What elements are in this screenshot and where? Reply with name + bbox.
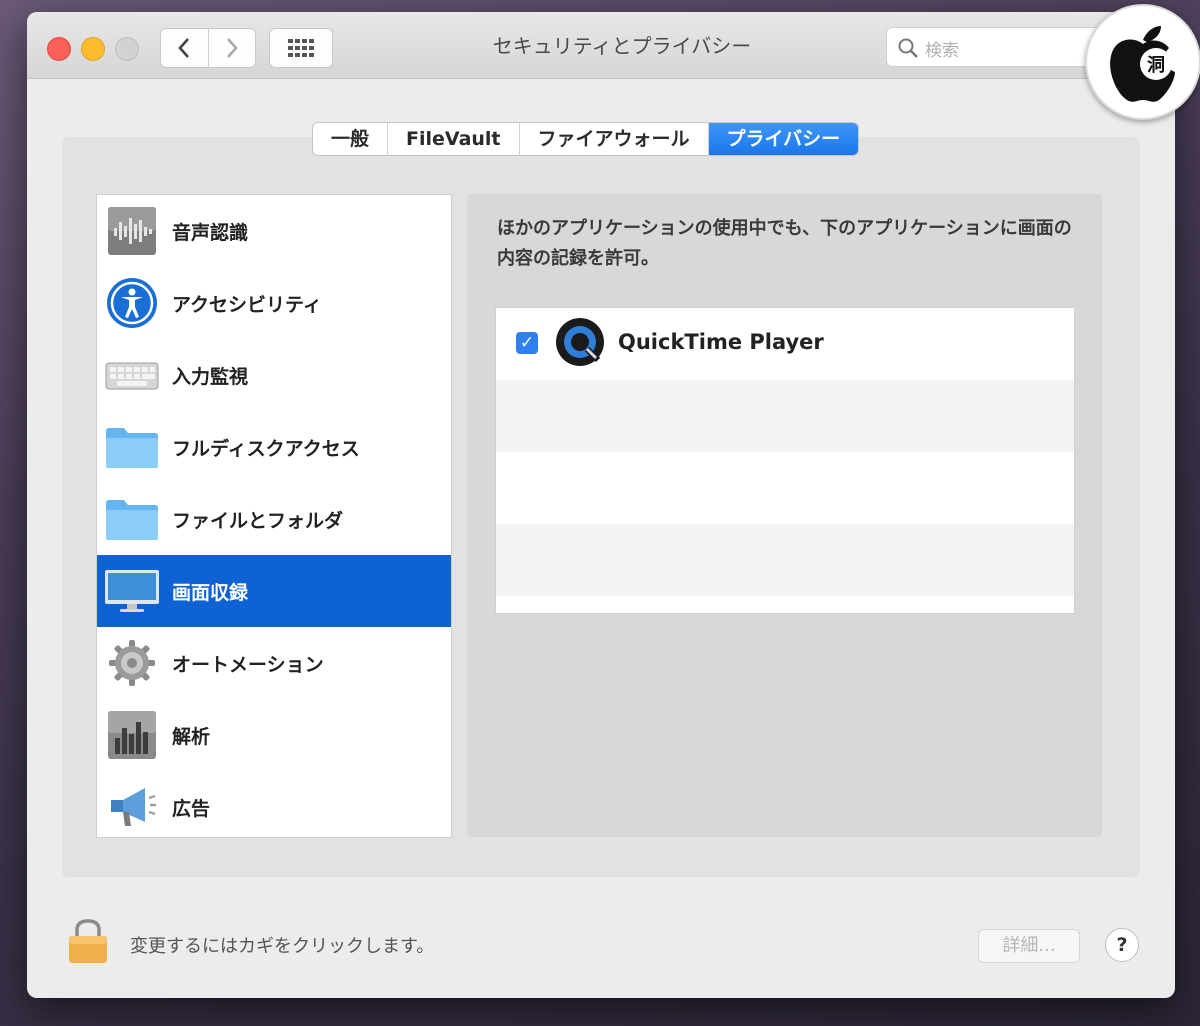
app-name: QuickTime Player <box>618 330 824 354</box>
analytics-icon <box>104 707 160 763</box>
privacy-category-list: 音声認識 アクセシビリティ 入力監視 フルディスクアクセス ファイルとフォルダ <box>96 194 452 838</box>
app-list: ✓ QuickTime Player <box>495 307 1075 614</box>
megaphone-icon <box>104 779 160 835</box>
tab-firewall[interactable]: ファイアウォール <box>520 123 709 155</box>
sidebar-item-analytics[interactable]: 解析 <box>97 699 451 771</box>
sidebar-item-automation[interactable]: オートメーション <box>97 627 451 699</box>
forward-button[interactable] <box>207 29 256 67</box>
tab-general[interactable]: 一般 <box>313 123 389 155</box>
advanced-button[interactable]: 詳細... <box>978 929 1080 963</box>
list-item <box>496 380 1074 452</box>
sidebar-item-label: 入力監視 <box>172 365 249 388</box>
display-icon <box>104 563 160 619</box>
sidebar-item-accessibility[interactable]: アクセシビリティ <box>97 267 451 339</box>
apple-logo-icon <box>1143 26 1161 42</box>
watermark-logo: 洞 <box>1085 4 1200 120</box>
tab-privacy[interactable]: プライバシー <box>708 123 859 155</box>
sidebar-item-label: ファイルとフォルダ <box>172 509 344 532</box>
speech-recognition-icon <box>104 203 160 259</box>
quicktime-icon <box>554 316 606 372</box>
preferences-window: セキュリティとプライバシー 検索 一般 FileVault ファイアウォール プ… <box>27 12 1175 998</box>
list-item <box>496 524 1074 596</box>
sidebar-item-advertising[interactable]: 広告 <box>97 771 451 843</box>
search-icon <box>898 38 918 58</box>
search-placeholder: 検索 <box>925 41 959 61</box>
sidebar-item-label: 音声認識 <box>172 221 249 244</box>
accessibility-icon <box>104 275 160 331</box>
list-item: ✓ QuickTime Player <box>496 308 1074 380</box>
minimize-button[interactable] <box>81 37 105 61</box>
sidebar-item-label: 広告 <box>172 797 211 820</box>
sidebar-item-label: フルディスクアクセス <box>172 437 360 460</box>
tab-bar: 一般 FileVault ファイアウォール プライバシー <box>312 122 860 156</box>
lock-hint: 変更するにはカギをクリックします。 <box>130 936 435 957</box>
show-all-button[interactable] <box>269 28 333 68</box>
sidebar-item-input-monitoring[interactable]: 入力監視 <box>97 339 451 411</box>
chevron-right-icon <box>226 38 238 58</box>
app-checkbox[interactable]: ✓ <box>516 332 538 354</box>
folder-icon <box>104 491 160 547</box>
back-button[interactable] <box>161 29 208 67</box>
close-button[interactable] <box>47 37 71 61</box>
sidebar-item-files-and-folders[interactable]: ファイルとフォルダ <box>97 483 451 555</box>
sidebar-item-label: 画面収録 <box>172 581 249 604</box>
gear-icon <box>104 635 160 691</box>
sidebar-item-label: アクセシビリティ <box>172 293 322 316</box>
sidebar-item-label: オートメーション <box>172 653 324 676</box>
zoom-button[interactable] <box>115 37 139 61</box>
grid-icon <box>288 39 314 57</box>
title-bar: セキュリティとプライバシー 検索 <box>27 12 1175 79</box>
navigation-buttons <box>160 28 256 68</box>
help-button[interactable]: ? <box>1105 928 1139 962</box>
sidebar-item-full-disk-access[interactable]: フルディスクアクセス <box>97 411 451 483</box>
tab-filevault[interactable]: FileVault <box>388 123 520 155</box>
watermark-text: 洞 <box>1147 55 1165 76</box>
lock-button[interactable] <box>67 917 109 969</box>
window-title: セキュリティとプライバシー <box>492 34 752 58</box>
lock-icon <box>69 919 107 963</box>
folder-icon <box>104 419 160 475</box>
sidebar-item-label: 解析 <box>172 725 211 748</box>
detail-description: ほかのアプリケーションの使用中でも、下のアプリケーションに画面の内容の記録を許可… <box>497 218 1072 269</box>
keyboard-icon <box>104 347 160 403</box>
sidebar-item-speech-recognition[interactable]: 音声認識 <box>97 195 451 267</box>
list-item <box>496 452 1074 524</box>
sidebar-item-screen-recording[interactable]: 画面収録 <box>97 555 451 627</box>
chevron-left-icon <box>178 38 190 58</box>
